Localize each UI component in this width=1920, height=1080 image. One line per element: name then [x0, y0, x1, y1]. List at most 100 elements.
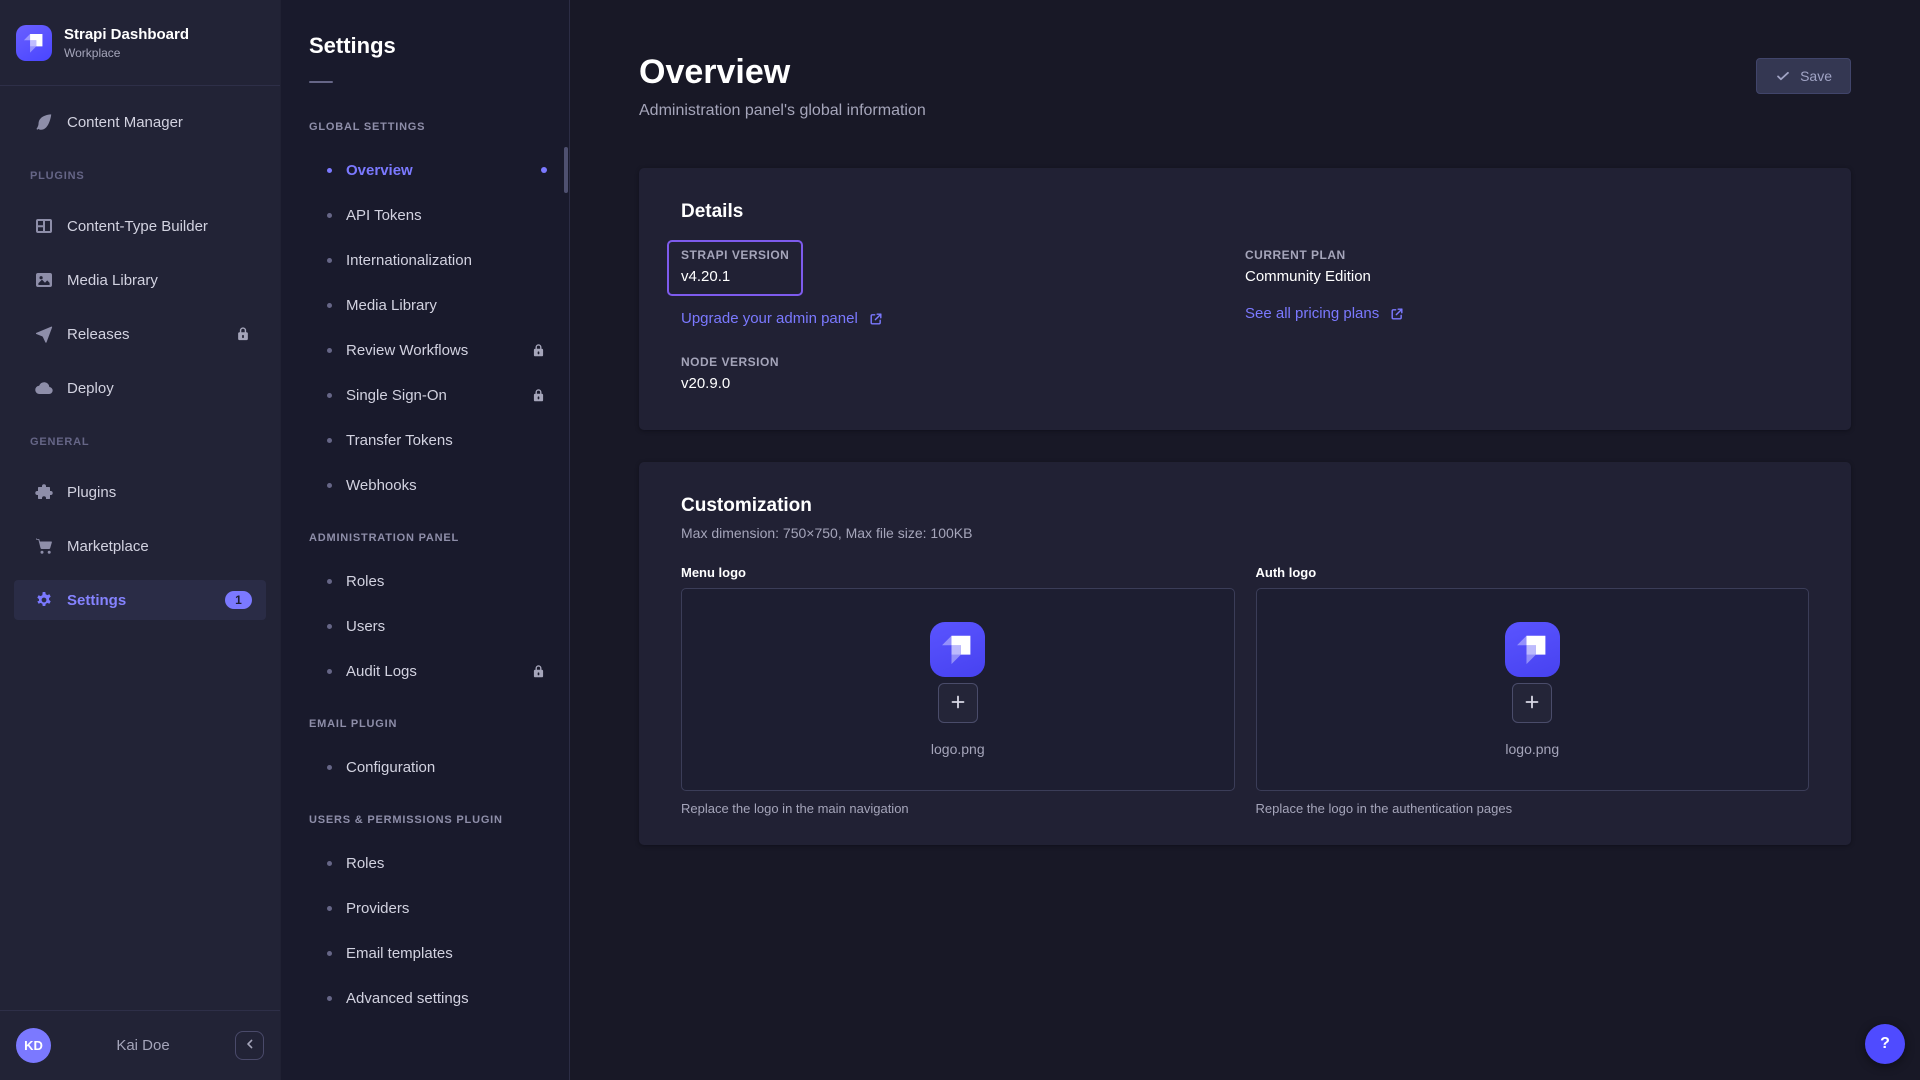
settings-nav-single-sign-on[interactable]: Single Sign-On: [309, 380, 569, 410]
settings-nav-label: Transfer Tokens: [346, 432, 453, 449]
notifications-badge: 1: [225, 591, 252, 609]
auth-logo-upload-box[interactable]: logo.png: [1256, 588, 1810, 791]
sidebar-item-content-manager[interactable]: Content Manager: [14, 102, 266, 142]
details-grid: STRAPI VERSION v4.20.1 Upgrade your admi…: [681, 240, 1809, 392]
settings-nav-label: Users: [346, 618, 385, 635]
sidebar-item-label: Settings: [67, 592, 126, 609]
cart-icon: [34, 536, 54, 556]
page-header: Overview Administration panel's global i…: [639, 52, 1851, 120]
settings-nav-label: API Tokens: [346, 207, 422, 224]
gear-icon: [34, 590, 54, 610]
settings-nav-roles[interactable]: Roles: [309, 566, 569, 596]
bullet-dot: [327, 438, 332, 443]
sidebar-item-media-library[interactable]: Media Library: [14, 260, 266, 300]
strapi-version-highlight-box: STRAPI VERSION v4.20.1: [667, 240, 803, 296]
settings-nav-webhooks[interactable]: Webhooks: [309, 470, 569, 500]
logo-grid: Menu logo logo.png Replace the logo in t…: [681, 565, 1809, 816]
settings-nav-label: Configuration: [346, 759, 435, 776]
settings-nav-label: Webhooks: [346, 477, 417, 494]
upgrade-admin-panel-link[interactable]: Upgrade your admin panel: [681, 310, 884, 327]
avatar[interactable]: KD: [16, 1028, 51, 1063]
settings-nav-transfer-tokens[interactable]: Transfer Tokens: [309, 425, 569, 455]
nav-section-label: GENERAL: [30, 436, 250, 448]
settings-nav-users[interactable]: Users: [309, 611, 569, 641]
bullet-dot: [327, 168, 332, 173]
save-button-label: Save: [1800, 68, 1832, 84]
help-button[interactable]: ?: [1865, 1024, 1905, 1064]
strapi-version-field: STRAPI VERSION v4.20.1: [681, 248, 789, 285]
bullet-dot: [327, 861, 332, 866]
page-title: Overview: [639, 52, 926, 92]
menu-logo-add-button[interactable]: [938, 683, 978, 723]
nav-section-label: PLUGINS: [30, 170, 250, 182]
brand-text: Strapi Dashboard Workplace: [64, 26, 189, 60]
menu-logo-upload-box[interactable]: logo.png: [681, 588, 1235, 791]
sidebar-item-label: Marketplace: [67, 538, 149, 555]
subnav-scrollbar-thumb[interactable]: [564, 147, 568, 193]
sidebar-item-label: Media Library: [67, 272, 158, 289]
sidebar-item-label: Content Manager: [67, 114, 183, 131]
sidebar-item-settings[interactable]: Settings 1: [14, 580, 266, 620]
strapi-logo-icon: [16, 25, 52, 61]
settings-nav-roles[interactable]: Roles: [309, 848, 569, 878]
external-link-icon: [1389, 306, 1405, 322]
subnav-section-administration-panel: ADMINISTRATION PANELRolesUsersAudit Logs: [309, 532, 569, 686]
plus-icon: [948, 692, 968, 715]
brand-header[interactable]: Strapi Dashboard Workplace: [0, 0, 280, 86]
sidebar-item-releases[interactable]: Releases: [14, 314, 266, 354]
settings-nav-label: Roles: [346, 855, 384, 872]
main-sidebar: Strapi Dashboard Workplace Content Manag…: [0, 0, 281, 1080]
bullet-dot: [327, 393, 332, 398]
page-header-text: Overview Administration panel's global i…: [639, 52, 926, 120]
sidebar-item-content-type-builder[interactable]: Content-Type Builder: [14, 206, 266, 246]
cloud-icon: [34, 378, 54, 398]
sidebar-item-label: Releases: [67, 326, 130, 343]
settings-nav-audit-logs[interactable]: Audit Logs: [309, 656, 569, 686]
sidebar-item-deploy[interactable]: Deploy: [14, 368, 266, 408]
customization-card-subtitle: Max dimension: 750×750, Max file size: 1…: [681, 525, 1809, 541]
settings-nav-label: Single Sign-On: [346, 387, 447, 404]
sidebar-item-label: Content-Type Builder: [67, 218, 208, 235]
auth-logo-caption: Replace the logo in the authentication p…: [1256, 801, 1810, 816]
save-button[interactable]: Save: [1756, 58, 1851, 94]
plus-icon: [1522, 692, 1542, 715]
collapse-sidebar-button[interactable]: [235, 1031, 264, 1060]
pricing-plans-link[interactable]: See all pricing plans: [1245, 305, 1405, 322]
auth-logo-label: Auth logo: [1256, 565, 1810, 580]
bullet-dot: [327, 996, 332, 1001]
subnav-section-global-settings: GLOBAL SETTINGSOverviewAPI TokensInterna…: [309, 121, 569, 500]
settings-nav-overview[interactable]: Overview: [309, 155, 569, 185]
auth-logo-file-name: logo.png: [1505, 741, 1559, 757]
current-plan-field: CURRENT PLAN Community Edition: [1245, 248, 1809, 285]
settings-nav-api-tokens[interactable]: API Tokens: [309, 200, 569, 230]
bullet-dot: [327, 303, 332, 308]
settings-nav-label: Internationalization: [346, 252, 472, 269]
app-window: Strapi Dashboard Workplace Content Manag…: [0, 0, 1920, 1080]
node-version-label: NODE VERSION: [681, 355, 1245, 369]
settings-nav-label: Roles: [346, 573, 384, 590]
strapi-version-value: v4.20.1: [681, 268, 789, 285]
customization-card-title: Customization: [681, 495, 1809, 517]
details-right-column: CURRENT PLAN Community Edition See all p…: [1245, 240, 1809, 392]
settings-nav-configuration[interactable]: Configuration: [309, 752, 569, 782]
settings-nav-advanced-settings[interactable]: Advanced settings: [309, 983, 569, 1013]
details-card: Details STRAPI VERSION v4.20.1 Upgrade y…: [639, 168, 1851, 430]
sidebar-item-marketplace[interactable]: Marketplace: [14, 526, 266, 566]
settings-nav-internationalization[interactable]: Internationalization: [309, 245, 569, 275]
sidebar-item-plugins[interactable]: Plugins: [14, 472, 266, 512]
settings-nav-media-library[interactable]: Media Library: [309, 290, 569, 320]
sidebar-footer: KD Kai Doe: [0, 1010, 280, 1080]
settings-nav-email-templates[interactable]: Email templates: [309, 938, 569, 968]
auth-logo-add-button[interactable]: [1512, 683, 1552, 723]
details-card-title: Details: [681, 201, 1809, 223]
menu-logo-column: Menu logo logo.png Replace the logo in t…: [681, 565, 1235, 816]
subnav-items: Roles Users Audit Logs: [309, 566, 569, 686]
settings-nav-providers[interactable]: Providers: [309, 893, 569, 923]
subnav-items: Configuration: [309, 752, 569, 782]
puzzle-icon: [34, 482, 54, 502]
brand-title: Strapi Dashboard: [64, 26, 189, 44]
settings-nav-label: Email templates: [346, 945, 453, 962]
brand-subtitle: Workplace: [64, 46, 189, 60]
settings-nav-label: Overview: [346, 162, 413, 179]
settings-nav-review-workflows[interactable]: Review Workflows: [309, 335, 569, 365]
